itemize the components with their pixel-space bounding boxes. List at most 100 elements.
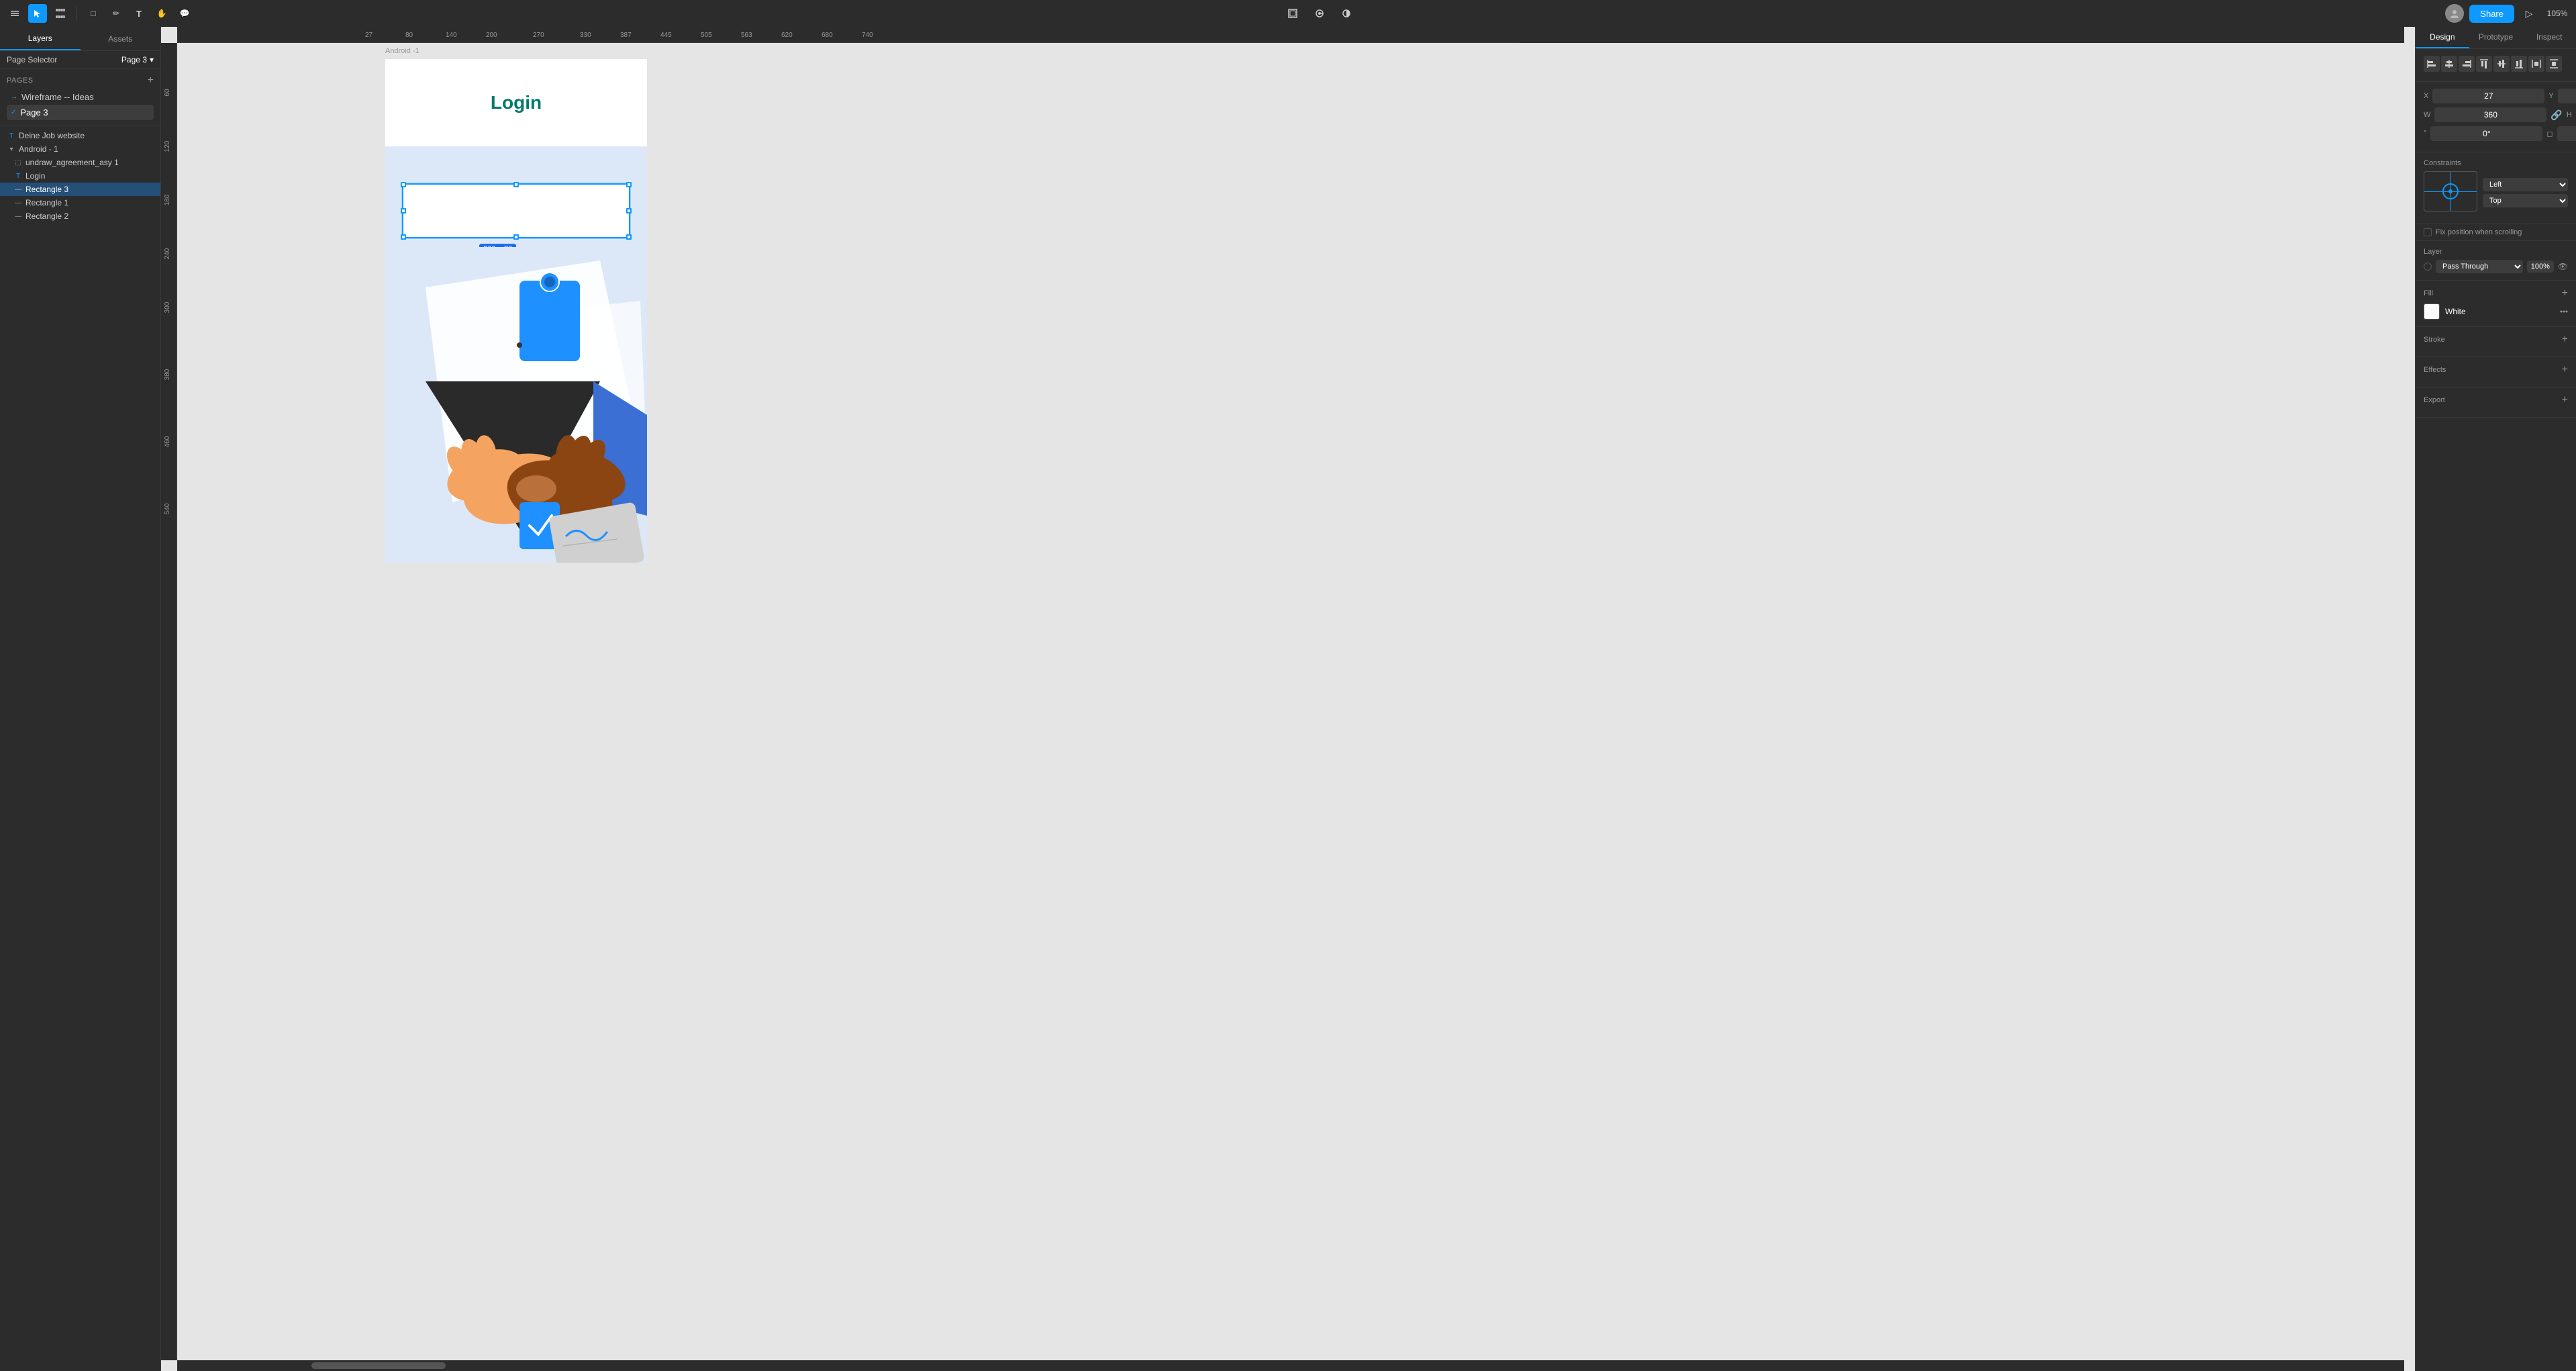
page-selector[interactable]: Page Selector Page 3 ▾: [0, 51, 160, 69]
svg-text:387: 387: [620, 32, 632, 39]
tab-layers[interactable]: Layers: [0, 27, 81, 50]
layer-item-undraw[interactable]: ⬚ undraw_agreement_asy 1: [0, 156, 160, 169]
toolbar-left: □ ✏ T ✋ 💬: [5, 4, 194, 23]
fill-options-icon[interactable]: [2560, 308, 2568, 316]
align-right-btn[interactable]: [2459, 56, 2475, 72]
distribute-h-btn[interactable]: [2528, 56, 2544, 72]
fix-position-checkbox[interactable]: [2424, 228, 2432, 236]
x-input[interactable]: [2432, 89, 2544, 103]
y-input[interactable]: [2558, 89, 2576, 103]
constraints-box: [2424, 171, 2477, 211]
distribute-v-btn[interactable]: [2546, 56, 2562, 72]
align-bottom-btn[interactable]: [2511, 56, 2527, 72]
layer-row: Pass Through Normal Multiply Screen Over…: [2424, 260, 2568, 273]
present-icon[interactable]: ▷: [2520, 4, 2538, 23]
constraint-vertical[interactable]: Top Bottom Center Top & Bottom Scale: [2483, 194, 2568, 207]
h-label: H: [2567, 111, 2572, 119]
y-label: Y: [2548, 92, 2553, 100]
horizontal-scrollbar[interactable]: [177, 1360, 2404, 1371]
scrollbar-thumb[interactable]: [311, 1362, 446, 1369]
constraint-horizontal[interactable]: Left Right Center Left & Right Scale: [2483, 178, 2568, 191]
avatar: [2445, 4, 2464, 23]
svg-text:563: 563: [741, 32, 752, 39]
contrast-icon[interactable]: [1337, 4, 1356, 23]
add-effect-btn[interactable]: +: [2562, 364, 2568, 376]
layer-item-rectangle1[interactable]: — Rectangle 1: [0, 196, 160, 209]
menu-icon[interactable]: [5, 4, 24, 23]
fill-icon[interactable]: [1310, 4, 1329, 23]
hand-tool[interactable]: ✋: [152, 4, 171, 23]
zoom-display[interactable]: 105%: [2544, 9, 2571, 18]
page-item-page3[interactable]: ✓ Page 3: [7, 105, 154, 120]
pages-header: Pages +: [7, 75, 154, 87]
tab-assets[interactable]: Assets: [81, 27, 161, 50]
svg-text:330: 330: [580, 32, 591, 39]
add-stroke-btn[interactable]: +: [2562, 334, 2568, 346]
layer-item-deine-job[interactable]: T Deine Job website: [0, 129, 160, 142]
expand-icon[interactable]: [1283, 4, 1302, 23]
fill-swatch[interactable]: [2424, 303, 2440, 320]
layer-name: Login: [26, 171, 154, 181]
ruler-horizontal: 27 80 140 200 270 330 387 445 505 563 62…: [177, 27, 2404, 43]
layer-mode-select[interactable]: Pass Through Normal Multiply Screen Over…: [2436, 260, 2523, 273]
frame-label: Android -1: [385, 47, 419, 55]
layer-name: Rectangle 1: [26, 198, 154, 207]
svg-text:740: 740: [862, 32, 873, 39]
tab-inspect[interactable]: Inspect: [2522, 27, 2576, 48]
layer-type-icon: ⬚: [13, 159, 23, 167]
alignment-section: [2416, 49, 2576, 82]
align-top-btn[interactable]: [2476, 56, 2492, 72]
layer-visibility-btn[interactable]: 👁: [2558, 262, 2568, 271]
layer-section: Layer Pass Through Normal Multiply Scree…: [2416, 241, 2576, 281]
add-page-button[interactable]: +: [148, 75, 154, 87]
frame-tool[interactable]: [51, 4, 70, 23]
handle-br: [626, 234, 632, 240]
svg-text:445: 445: [660, 32, 672, 39]
handle-l: [401, 208, 406, 214]
align-left-btn[interactable]: [2424, 56, 2440, 72]
fill-name: White: [2445, 307, 2555, 316]
page-label: Wireframe -- Ideas: [21, 92, 94, 102]
svg-text:200: 200: [486, 32, 497, 39]
layer-item-login[interactable]: T Login: [0, 169, 160, 183]
lock-icon[interactable]: 🔒: [132, 212, 142, 221]
eye-icon[interactable]: 👁: [144, 212, 154, 221]
align-middle-btn[interactable]: [2493, 56, 2510, 72]
handle-t: [513, 182, 519, 187]
tab-design[interactable]: Design: [2416, 27, 2469, 48]
text-tool[interactable]: T: [130, 4, 148, 23]
svg-text:270: 270: [533, 32, 544, 39]
add-fill-btn[interactable]: +: [2562, 287, 2568, 299]
move-tool[interactable]: [28, 4, 47, 23]
opacity-input[interactable]: [2527, 261, 2554, 273]
pen-tool[interactable]: ✏: [107, 4, 126, 23]
tab-prototype[interactable]: Prototype: [2469, 27, 2523, 48]
radius-input[interactable]: [2557, 126, 2576, 141]
selected-rectangle[interactable]: [402, 183, 630, 238]
page-item-wireframe[interactable]: → Wireframe -- Ideas: [7, 89, 154, 105]
layer-mode-circle[interactable]: [2424, 263, 2432, 271]
login-section: Login: [385, 59, 647, 146]
layer-item-rectangle2[interactable]: — Rectangle 2 🔒 👁: [0, 209, 160, 223]
svg-text:505: 505: [701, 32, 712, 39]
layer-name: Rectangle 2: [26, 211, 130, 221]
panel-tabs: Layers Assets: [0, 27, 160, 51]
add-export-btn[interactable]: +: [2562, 394, 2568, 406]
layer-item-android[interactable]: ▾ Android - 1: [0, 142, 160, 156]
constraints-content: Left Right Center Left & Right Scale Top…: [2424, 171, 2568, 217]
shape-tool[interactable]: □: [84, 4, 103, 23]
svg-text:540: 540: [164, 503, 171, 514]
link-icon[interactable]: 🔗: [2550, 109, 2562, 121]
rotation-input[interactable]: [2430, 126, 2542, 141]
canvas-area[interactable]: 27 80 140 200 270 330 387 445 505 563 62…: [161, 27, 2415, 1371]
comment-tool[interactable]: 💬: [175, 4, 194, 23]
share-button[interactable]: Share: [2469, 5, 2514, 23]
fill-section: Fill + White: [2416, 281, 2576, 327]
align-center-h-btn[interactable]: [2441, 56, 2457, 72]
export-title: Export: [2424, 396, 2445, 404]
canvas-scroll[interactable]: Android -1 Login: [177, 43, 2404, 1360]
layer-item-rectangle3[interactable]: — Rectangle 3: [0, 183, 160, 196]
stroke-header: Stroke +: [2424, 334, 2568, 346]
w-input[interactable]: [2434, 107, 2546, 122]
layers-section: T Deine Job website ▾ Android - 1 ⬚ undr…: [0, 126, 160, 1371]
